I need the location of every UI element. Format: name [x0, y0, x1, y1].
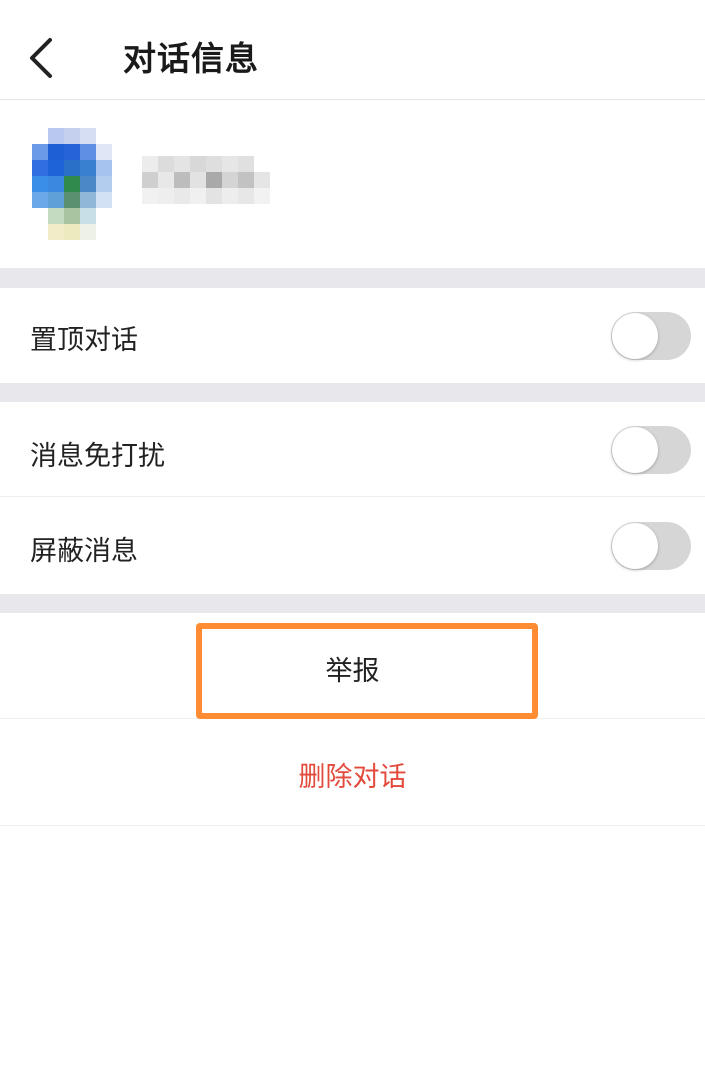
nav-bar: 对话信息 [0, 0, 705, 100]
toggle-knob [612, 427, 658, 473]
highlight-box [196, 623, 538, 719]
block-label: 屏蔽消息 [30, 536, 138, 567]
back-button[interactable] [22, 30, 66, 86]
block-row: 屏蔽消息 [0, 497, 705, 594]
pin-chat-label: 置顶对话 [30, 325, 138, 356]
section-gap [0, 594, 705, 613]
section-gap [0, 268, 705, 288]
mute-label: 消息免打扰 [30, 441, 165, 472]
chevron-left-icon [30, 38, 52, 78]
mute-toggle[interactable] [611, 426, 691, 474]
section-gap [0, 383, 705, 402]
toggle-knob [612, 313, 658, 359]
avatar[interactable] [32, 128, 128, 240]
mute-row: 消息免打扰 [0, 402, 705, 497]
page-title: 对话信息 [123, 39, 259, 78]
delete-chat-label: 删除对话 [298, 762, 407, 793]
pin-chat-row: 置顶对话 [0, 288, 705, 383]
block-toggle[interactable] [611, 522, 691, 570]
profile-card[interactable] [0, 100, 705, 268]
toggle-knob [612, 523, 658, 569]
delete-chat-button[interactable]: 删除对话 [0, 719, 705, 826]
pin-chat-toggle[interactable] [611, 312, 691, 360]
